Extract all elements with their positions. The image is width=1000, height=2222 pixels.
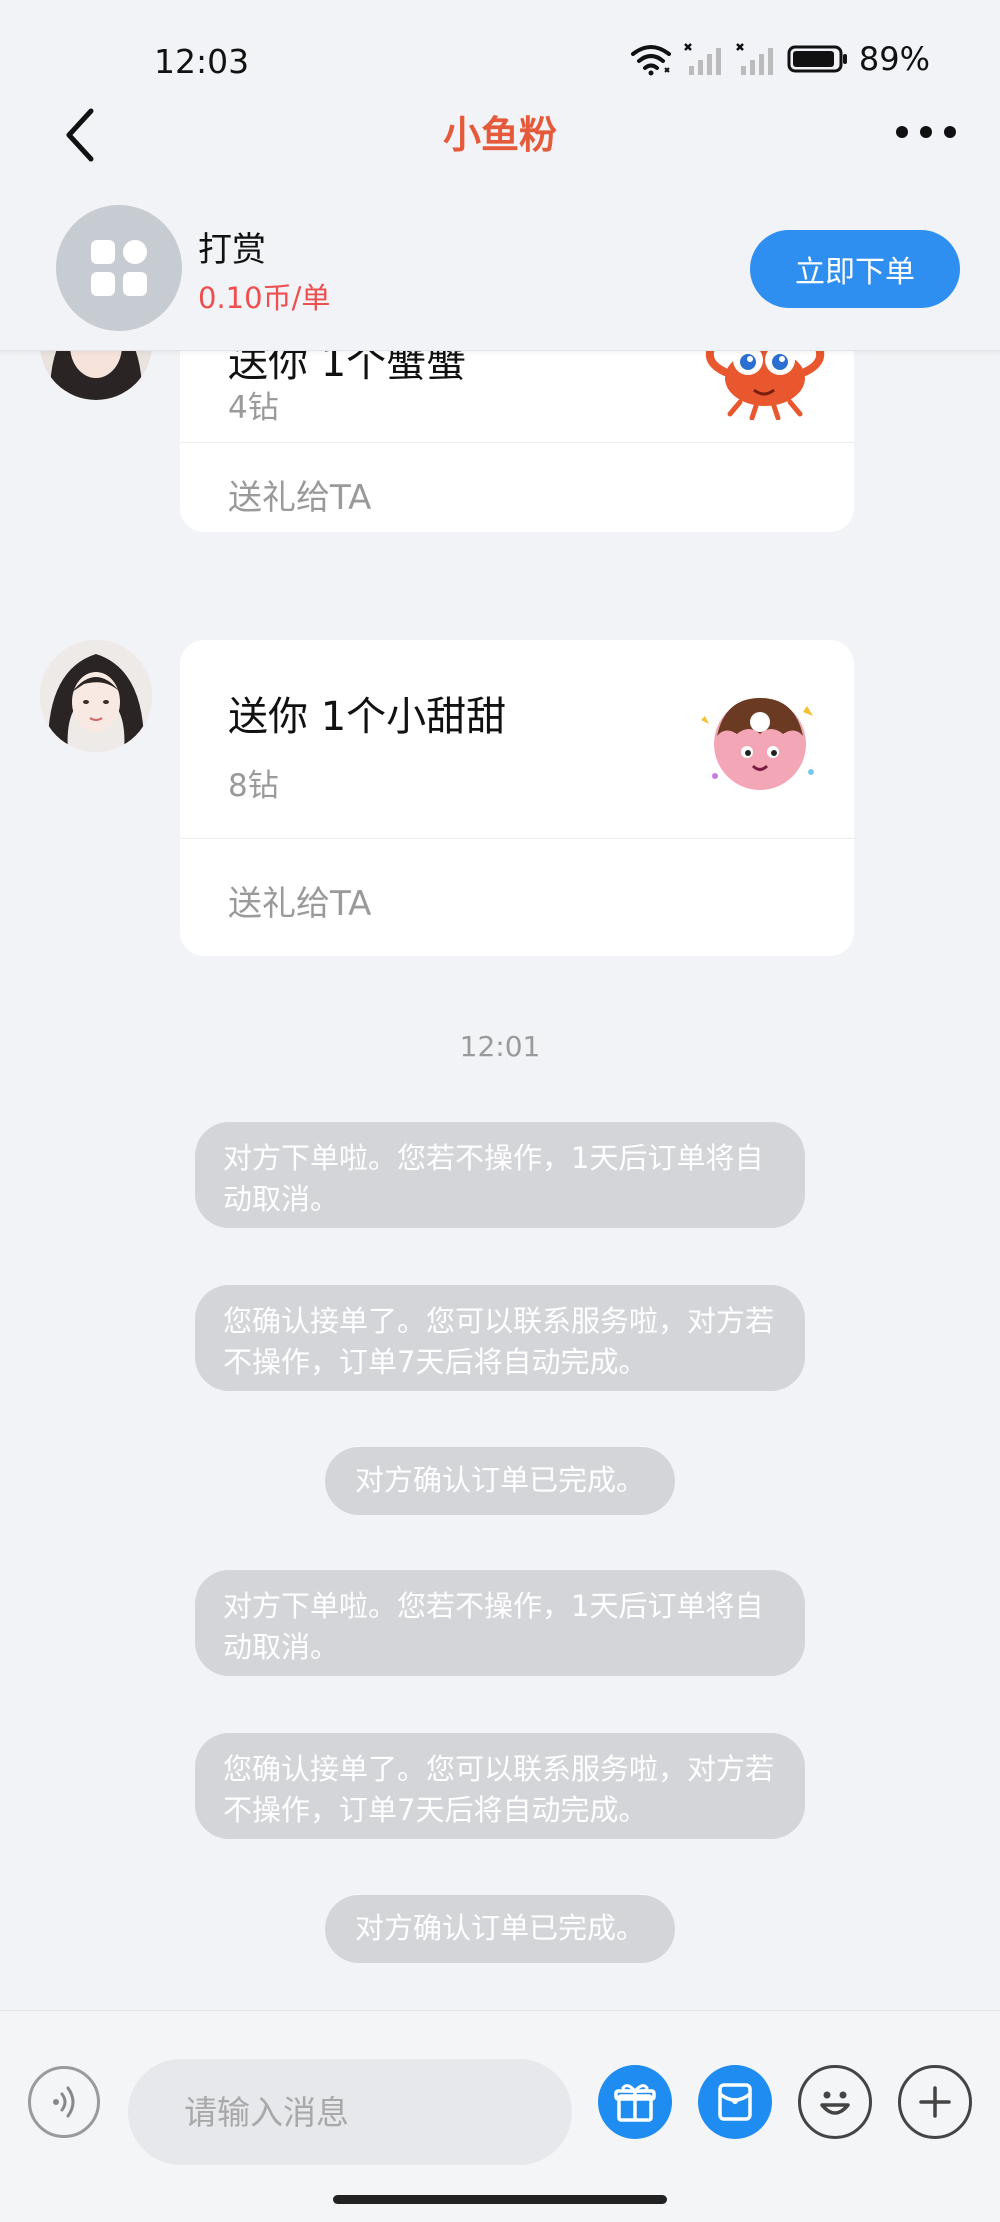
- wifi-icon: [630, 45, 671, 76]
- system-message: 对方确认订单已完成。: [325, 1895, 675, 1963]
- send-gift-link[interactable]: 送礼给TA: [228, 876, 371, 925]
- status-time: 12:03: [154, 42, 250, 81]
- system-message: 对方下单啦。您若不操作，1天后订单将自动取消。: [195, 1122, 805, 1228]
- more-dots-icon: [896, 126, 956, 138]
- gift-icon: [614, 2084, 656, 2122]
- status-bar: 12:03 89%: [0, 0, 1000, 90]
- status-icons: 89%: [629, 40, 930, 78]
- signal-1-icon: [683, 43, 721, 75]
- gift-button[interactable]: [598, 2065, 672, 2139]
- order-bar: 打赏 0.10币/单 立即下单: [0, 200, 1000, 351]
- plus-icon: [919, 2086, 951, 2118]
- order-now-button[interactable]: 立即下单: [750, 230, 960, 308]
- page-title: 小鱼粉: [442, 113, 557, 157]
- service-name: 打赏: [198, 230, 266, 270]
- avatar-photo: [40, 640, 152, 752]
- red-packet-button[interactable]: [698, 2065, 772, 2139]
- avatar-photo: [40, 350, 152, 400]
- service-avatar: [56, 205, 182, 331]
- message-timestamp: 12:01: [459, 1030, 541, 1063]
- battery-icon: [787, 45, 847, 73]
- avatar[interactable]: [40, 640, 152, 752]
- gift-price: 8钻: [228, 768, 279, 804]
- more-actions-button[interactable]: [898, 2065, 972, 2139]
- avatar[interactable]: [40, 350, 152, 400]
- gift-price: 4钻: [228, 390, 279, 426]
- message-input[interactable]: [128, 2059, 572, 2165]
- system-message: 您确认接单了。您可以联系服务啦，对方若不操作，订单7天后将自动完成。: [195, 1733, 805, 1839]
- grid-apps-icon: [91, 240, 147, 296]
- voice-button[interactable]: [28, 2066, 100, 2138]
- system-message: 对方下单啦。您若不操作，1天后订单将自动取消。: [195, 1570, 805, 1676]
- gift-message-card: 送你 1个蟹蟹 4钻 送礼给TA: [180, 350, 854, 532]
- input-bar: [0, 2010, 1000, 2222]
- home-indicator[interactable]: [333, 2195, 667, 2204]
- system-message: 对方确认订单已完成。: [325, 1447, 675, 1515]
- chat-screen: 12:03 89% 小鱼粉 打赏 0.10币/单 立即下单 送你 1个蟹蟹 4钻…: [0, 0, 1000, 2222]
- card-divider: [180, 838, 854, 839]
- send-gift-link[interactable]: 送礼给TA: [228, 470, 371, 519]
- voice-icon: [53, 2086, 75, 2118]
- gift-message-card: 送你 1个小甜甜 8钻 送礼给TA: [180, 640, 854, 956]
- gift-title: 送你 1个小甜甜: [228, 694, 507, 740]
- battery-percent: 89%: [858, 40, 930, 78]
- chat-message-list[interactable]: 送你 1个蟹蟹 4钻 送礼给TA 送你 1个小甜甜 8钻 送礼给TA 12:01…: [0, 350, 1000, 2010]
- system-message: 您确认接单了。您可以联系服务啦，对方若不操作，订单7天后将自动完成。: [195, 1285, 805, 1391]
- service-price: 0.10币/单: [198, 281, 331, 315]
- red-packet-icon: [718, 2083, 752, 2121]
- card-divider: [180, 442, 854, 443]
- emoji-icon: [820, 2091, 850, 2115]
- emoji-button[interactable]: [798, 2065, 872, 2139]
- crab-sticker: [705, 350, 825, 420]
- signal-2-icon: [735, 43, 773, 75]
- donut-sticker: [701, 698, 814, 790]
- more-button[interactable]: [890, 112, 962, 152]
- chat-header: 小鱼粉: [0, 90, 1000, 200]
